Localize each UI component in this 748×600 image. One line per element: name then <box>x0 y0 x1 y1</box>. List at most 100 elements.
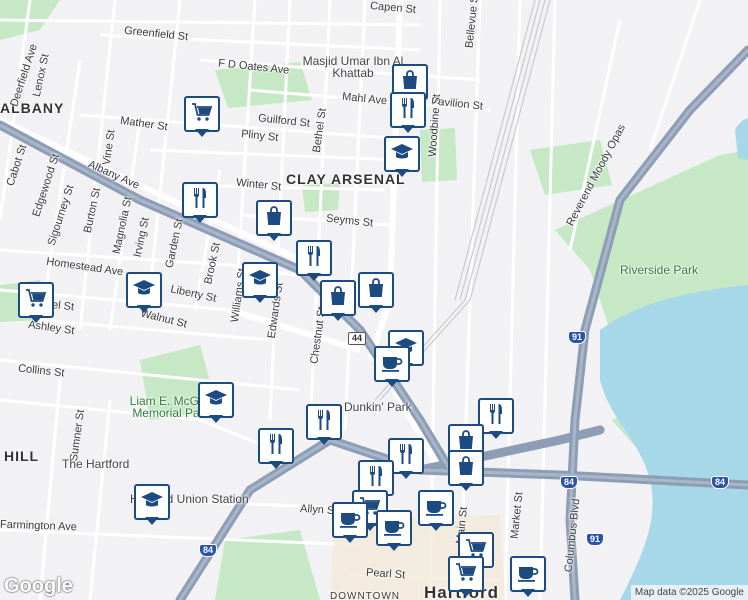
school-icon <box>390 140 414 169</box>
map-marker[interactable] <box>182 182 218 226</box>
cart-icon <box>24 286 48 315</box>
marker-box <box>306 404 342 440</box>
restaurant-icon <box>312 408 336 437</box>
map-marker[interactable] <box>448 556 484 600</box>
map-marker[interactable] <box>184 96 220 140</box>
marker-box <box>18 282 54 318</box>
marker-pointer <box>369 305 383 313</box>
map-marker[interactable] <box>256 200 292 244</box>
marker-box <box>376 510 412 546</box>
marker-pointer <box>429 523 443 531</box>
bag-icon <box>364 276 388 305</box>
restaurant-icon <box>484 402 508 431</box>
coffee-icon <box>516 560 540 589</box>
restaurant-icon <box>364 464 388 493</box>
marker-box <box>258 428 294 464</box>
map-marker[interactable] <box>242 262 278 306</box>
cart-icon <box>454 560 478 589</box>
map-marker[interactable] <box>358 272 394 316</box>
school-icon <box>140 488 164 517</box>
map-marker[interactable] <box>126 272 162 316</box>
interstate-shield: 84 <box>711 476 730 489</box>
map-attribution[interactable]: Map data ©2025 Google <box>630 585 748 600</box>
map-marker[interactable] <box>376 510 412 554</box>
school-icon <box>204 386 228 415</box>
marker-pointer <box>459 589 473 597</box>
school-icon <box>248 266 272 295</box>
map-marker[interactable] <box>510 556 546 600</box>
marker-pointer <box>343 535 357 543</box>
stadium-label[interactable]: Dunkin' Park <box>344 401 412 413</box>
coffee-icon <box>338 506 362 535</box>
marker-box <box>182 182 218 218</box>
map-marker[interactable] <box>134 484 170 528</box>
marker-pointer <box>307 273 321 281</box>
marker-pointer <box>267 233 281 241</box>
marker-pointer <box>269 461 283 469</box>
bag-icon <box>454 454 478 483</box>
marker-pointer <box>253 295 267 303</box>
restaurant-icon <box>394 442 418 471</box>
coffee-icon <box>380 350 404 379</box>
marker-pointer <box>387 543 401 551</box>
map-marker[interactable] <box>18 282 54 326</box>
interstate-shield: 91 <box>568 331 587 344</box>
map-marker[interactable] <box>384 136 420 180</box>
map-marker[interactable] <box>448 450 484 494</box>
restaurant-icon <box>188 186 212 215</box>
marker-box <box>358 272 394 308</box>
marker-box <box>256 200 292 236</box>
restaurant-icon <box>264 432 288 461</box>
map-marker[interactable] <box>258 428 294 472</box>
marker-box <box>448 556 484 592</box>
map-marker[interactable] <box>306 404 342 448</box>
marker-box <box>134 484 170 520</box>
marker-box <box>184 96 220 132</box>
marker-box <box>418 490 454 526</box>
marker-pointer <box>195 129 209 137</box>
cart-icon <box>190 100 214 129</box>
marker-pointer <box>521 589 535 597</box>
marker-pointer <box>193 215 207 223</box>
marker-pointer <box>385 379 399 387</box>
marker-box <box>374 346 410 382</box>
marker-pointer <box>137 305 151 313</box>
marker-pointer <box>209 415 223 423</box>
restaurant-icon <box>302 244 326 273</box>
map-marker[interactable] <box>390 92 426 136</box>
map-marker[interactable] <box>320 280 356 324</box>
marker-pointer <box>317 437 331 445</box>
marker-box <box>510 556 546 592</box>
school-icon <box>132 276 156 305</box>
marker-box <box>448 450 484 486</box>
coffee-icon <box>382 514 406 543</box>
marker-box <box>242 262 278 298</box>
map-marker[interactable] <box>374 346 410 390</box>
interstate-shield: 84 <box>560 476 579 489</box>
map-marker[interactable] <box>332 502 368 546</box>
marker-pointer <box>395 169 409 177</box>
map-marker[interactable] <box>418 490 454 534</box>
marker-box <box>384 136 420 172</box>
marker-pointer <box>401 125 415 133</box>
marker-box <box>198 382 234 418</box>
poi-label[interactable]: The Hartford <box>62 458 129 470</box>
park-label[interactable]: Riverside Park <box>620 264 698 276</box>
coffee-icon <box>424 494 448 523</box>
marker-box <box>126 272 162 308</box>
neighborhood-label: HILL <box>4 448 40 464</box>
route-shield: 44 <box>348 332 367 345</box>
bag-icon <box>262 204 286 233</box>
neighborhood-label: DOWNTOWN <box>330 591 401 600</box>
marker-box <box>332 502 368 538</box>
marker-pointer <box>145 517 159 525</box>
interstate-shield: 84 <box>199 544 218 557</box>
google-logo: Google <box>4 575 73 597</box>
map-marker[interactable] <box>296 240 332 284</box>
map-canvas[interactable]: ALBANY CLAY ARSENAL HILL DOWNTOWN Hartfo… <box>0 0 748 600</box>
map-marker[interactable] <box>198 382 234 426</box>
marker-box <box>390 92 426 128</box>
marker-pointer <box>399 471 413 479</box>
interstate-shield: 91 <box>586 533 605 546</box>
marker-pointer <box>331 313 345 321</box>
